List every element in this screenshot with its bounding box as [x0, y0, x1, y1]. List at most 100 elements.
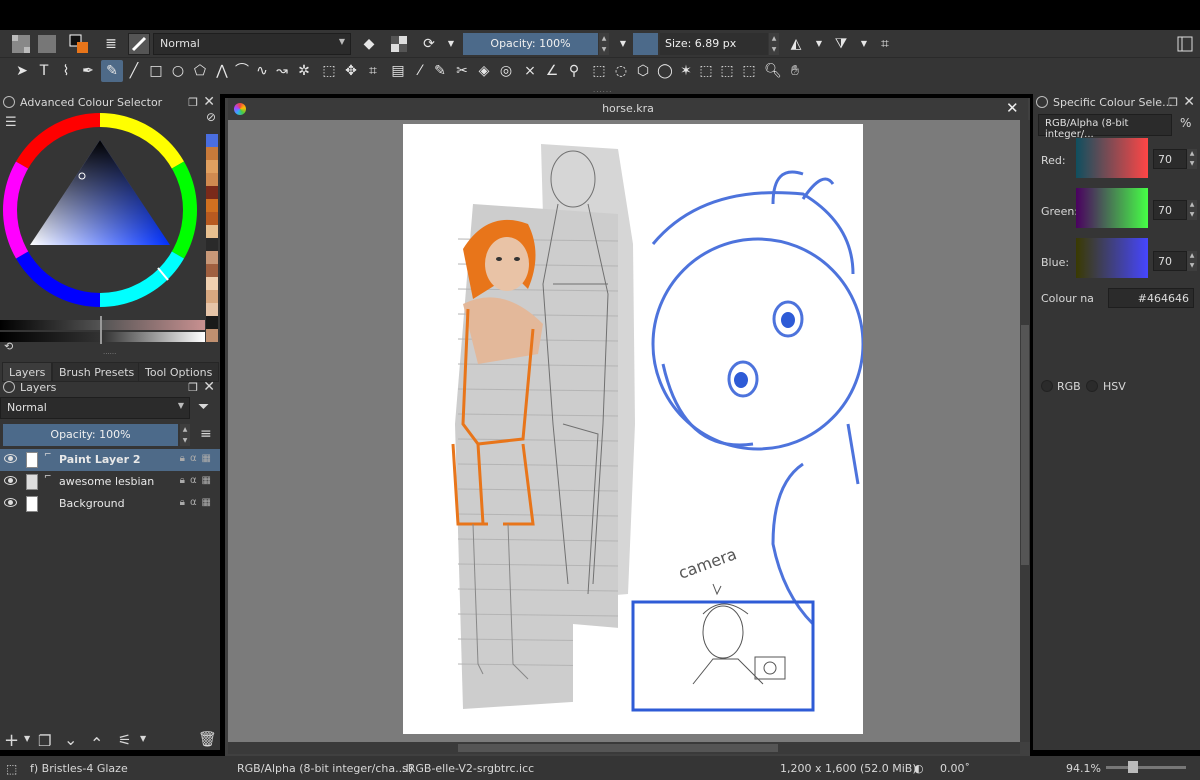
palette-swatch[interactable]	[206, 251, 218, 264]
mirror-horizontal-icon[interactable]: ◭	[785, 33, 807, 55]
fill-tool-icon[interactable]: ◈	[473, 60, 495, 82]
transform-tool-icon[interactable]: ⬚	[318, 60, 340, 82]
zoom-tool-icon[interactable]: 🔍︎	[762, 60, 784, 82]
percent-toggle[interactable]: %	[1180, 116, 1191, 130]
duplicate-layer-icon[interactable]: ❐	[38, 732, 51, 750]
gradient-tool-icon[interactable]: ▤	[387, 60, 409, 82]
layer-name[interactable]: Paint Layer 2	[59, 453, 141, 466]
colour-select-icon[interactable]: ⬚	[695, 60, 717, 82]
colour-swatch[interactable]	[633, 33, 658, 55]
palette-swatch[interactable]	[206, 173, 218, 186]
close-icon[interactable]: ✕	[203, 379, 215, 395]
red-gradient-slider[interactable]	[1076, 138, 1148, 178]
palette-swatch[interactable]	[206, 134, 218, 147]
polygon-tool-icon[interactable]: ⬠	[189, 60, 211, 82]
palette-swatch[interactable]	[206, 290, 218, 303]
line-tool-icon[interactable]: ╱	[123, 60, 145, 82]
blend-mode-select[interactable]: Normal ▼	[153, 33, 351, 55]
layer-row[interactable]: ⌐ awesome lesbian 🔒︎α▦	[0, 471, 220, 493]
zoom-slider-handle[interactable]	[1128, 761, 1138, 773]
assistant-tool-icon[interactable]: ⨯	[519, 60, 541, 82]
palette-swatch[interactable]	[206, 277, 218, 290]
horizontal-scrollbar[interactable]	[228, 742, 1020, 754]
brush-settings-icon[interactable]: ≣	[100, 33, 122, 55]
calligraphy-icon[interactable]: ✒	[77, 60, 99, 82]
alpha-lock-icon[interactable]	[388, 33, 410, 55]
palette-swatch[interactable]	[206, 212, 218, 225]
layer-properties-icon[interactable]: ⚟	[118, 731, 131, 749]
colour-history-strip[interactable]	[206, 134, 218, 350]
fg-bg-colour-icon[interactable]	[68, 33, 90, 55]
chevron-down-icon[interactable]: ▼	[808, 33, 830, 55]
filter-icon[interactable]: ⏷	[198, 399, 209, 415]
freehand-select-icon[interactable]: ◯	[654, 60, 676, 82]
colour-hex-input[interactable]: #464646	[1108, 288, 1194, 308]
rectangle-tool-icon[interactable]: □	[145, 60, 167, 82]
polyline-tool-icon[interactable]: ⋀	[211, 60, 233, 82]
layer-name[interactable]: Background	[59, 497, 125, 510]
close-icon[interactable]: ✕	[203, 94, 215, 110]
measure-tool-icon[interactable]: ∠	[541, 60, 563, 82]
pan-tool-icon[interactable]: ✋︎	[784, 60, 806, 82]
colour-model-select[interactable]: RGB/Alpha (8-bit integer/...	[1038, 114, 1172, 140]
palette-swatch[interactable]	[206, 329, 218, 342]
palette-swatch[interactable]	[206, 199, 218, 212]
visibility-icon[interactable]	[4, 476, 17, 485]
ellipse-tool-icon[interactable]: ○	[167, 60, 189, 82]
opacity-spin[interactable]: ▲ ▼	[599, 33, 609, 55]
green-spin[interactable]: ▲ ▼	[1187, 200, 1197, 220]
brush-status-icon[interactable]: ⬚	[6, 762, 17, 776]
move-layer-up-icon[interactable]: ⌃	[90, 734, 103, 753]
palette-swatch[interactable]	[206, 225, 218, 238]
palette-swatch[interactable]	[206, 147, 218, 160]
red-value-input[interactable]: 70	[1153, 149, 1187, 169]
blue-gradient-slider[interactable]	[1076, 238, 1148, 278]
freehand-brush-icon[interactable]: ✎	[101, 60, 123, 82]
lock-icon[interactable]	[1036, 96, 1048, 108]
lock-icon[interactable]	[3, 96, 15, 108]
hsv-radio[interactable]	[1086, 380, 1098, 392]
add-layer-icon[interactable]: +	[4, 730, 19, 751]
horizontal-scroll-thumb[interactable]	[458, 744, 778, 752]
palette-swatch[interactable]	[206, 264, 218, 277]
layer-lock-alpha-icons[interactable]: 🔒︎α▦	[180, 497, 216, 508]
ellipse-select-icon[interactable]: ◌	[610, 60, 632, 82]
layer-name[interactable]: awesome lesbian	[59, 475, 154, 488]
palette-swatch[interactable]	[206, 160, 218, 173]
move-layer-down-icon[interactable]: ⌄	[64, 730, 77, 749]
layer-lock-alpha-icons[interactable]: 🔒︎α▦	[180, 453, 216, 464]
toolbar-grip[interactable]: ......	[0, 86, 1200, 94]
vertical-scrollbar[interactable]	[1020, 120, 1030, 742]
select-shapes-icon[interactable]: ➤	[11, 60, 33, 82]
gradient-swatch-icon[interactable]	[36, 33, 58, 55]
reload-preset-icon[interactable]: ⟳	[418, 33, 440, 55]
bezier-select-icon[interactable]: ⬚	[716, 60, 738, 82]
green-gradient-slider[interactable]	[1076, 188, 1148, 228]
palette-swatch[interactable]	[206, 303, 218, 316]
layer-lock-alpha-icons[interactable]: 🔒︎α▦	[180, 475, 216, 486]
bezier-tool-icon[interactable]: ⌒	[231, 60, 253, 82]
green-value-input[interactable]: 70	[1153, 200, 1187, 220]
rect-select-icon[interactable]: ⬚	[588, 60, 610, 82]
freehand-path-icon[interactable]: ∿	[251, 60, 273, 82]
chevron-down-icon[interactable]: ▼	[24, 734, 30, 743]
chevron-down-icon[interactable]: ▼	[140, 734, 146, 743]
mirror-vertical-icon[interactable]: ⧩	[830, 33, 852, 55]
magic-wand-icon[interactable]: ✶	[675, 60, 697, 82]
layer-row[interactable]: ⌐ Paint Layer 2 🔒︎α▦	[0, 449, 220, 471]
chevron-down-icon[interactable]: ▼	[612, 33, 634, 55]
blue-spin[interactable]: ▲ ▼	[1187, 251, 1197, 271]
delete-layer-icon[interactable]: 🗑︎	[198, 730, 217, 748]
crop-tool-icon[interactable]: ⌗	[362, 60, 384, 82]
reset-icon[interactable]: ⊘	[206, 110, 216, 124]
chevron-down-icon[interactable]: ▼	[440, 33, 462, 55]
colour-picker-icon[interactable]: ⁄	[409, 60, 431, 82]
polygon-select-icon[interactable]: ⬡	[632, 60, 654, 82]
eraser-icon[interactable]: ◆	[358, 33, 380, 55]
docker-toggle-icon[interactable]	[1174, 33, 1196, 55]
zoom-slider[interactable]	[1106, 766, 1186, 769]
rgb-radio[interactable]	[1041, 380, 1053, 392]
close-document-icon[interactable]: ✕	[1006, 99, 1019, 117]
vertical-scroll-thumb[interactable]	[1021, 325, 1029, 565]
pattern-icon[interactable]	[10, 33, 32, 55]
